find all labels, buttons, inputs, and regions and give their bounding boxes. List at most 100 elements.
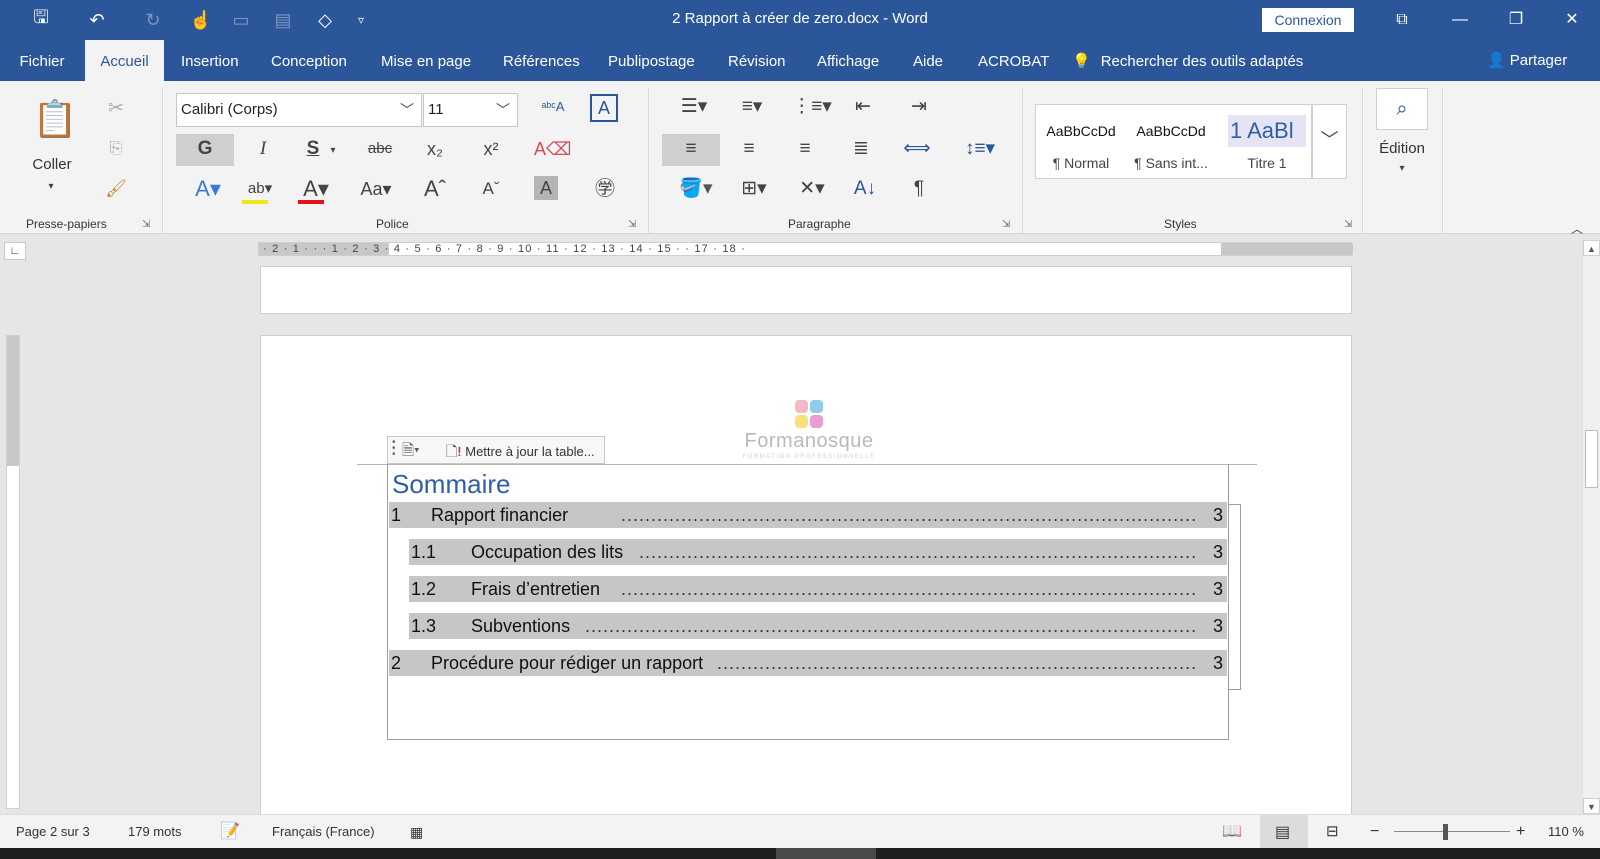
character-shading-icon[interactable]: A xyxy=(534,176,558,200)
text-box-effect-icon[interactable]: A xyxy=(590,94,618,122)
tab-publipostage[interactable]: Publipostage xyxy=(608,40,695,81)
font-name-combo[interactable]: Calibri (Corps) xyxy=(176,93,422,127)
zoom-in-icon[interactable]: + xyxy=(1516,815,1525,849)
editing-dropdown-icon[interactable]: ▾ xyxy=(1392,154,1412,186)
decrease-indent-icon[interactable]: ⇤ xyxy=(848,92,878,124)
copy-icon[interactable]: ⎘ xyxy=(102,134,130,166)
toc-menu-icon[interactable]: 🗎▾ xyxy=(402,440,442,462)
font-name-dropdown-icon[interactable]: ﹀ xyxy=(400,100,414,120)
clear-format-change-case-icon[interactable]: ᵃᵇᶜA xyxy=(538,92,568,124)
borders-icon[interactable]: ⊞▾ xyxy=(732,174,776,206)
zoom-level[interactable]: 110 % xyxy=(1548,815,1584,849)
sort-icon[interactable]: A↓ xyxy=(850,174,880,206)
change-case-button[interactable]: Aa▾ xyxy=(356,174,396,206)
increase-indent-icon[interactable]: ⇥ xyxy=(904,92,934,124)
close-icon[interactable]: ✕ xyxy=(1552,6,1592,34)
numbering-icon[interactable]: ≡▾ xyxy=(730,92,774,124)
redo-icon[interactable]: ↻ xyxy=(140,10,166,31)
print-layout-icon[interactable]: ▤ xyxy=(1260,815,1308,849)
zoom-out-icon[interactable]: − xyxy=(1370,815,1379,849)
paragraph-launcher-icon[interactable]: ⇲ xyxy=(1002,219,1010,230)
scroll-down-icon[interactable]: ▼ xyxy=(1583,798,1600,814)
style-normal[interactable]: AaBbCcDd ¶ Normal xyxy=(1036,105,1126,178)
bullets-icon[interactable]: ☰▾ xyxy=(672,92,716,124)
shrink-font-icon[interactable]: Aˇ xyxy=(476,174,506,206)
styles-launcher-icon[interactable]: ⇲ xyxy=(1344,219,1352,230)
toc-entry[interactable]: 2 Procédure pour rédiger un rapport ....… xyxy=(389,650,1227,676)
document-page[interactable]: Formanosque FORMATION PROFESSIONNELLE • •… xyxy=(260,335,1352,815)
touch-mode-icon[interactable]: ☝ xyxy=(188,10,214,31)
underline-dropdown-icon[interactable]: ▾ xyxy=(326,136,340,168)
vertical-ruler[interactable] xyxy=(6,335,20,809)
save-icon[interactable]: 🖫 xyxy=(28,5,54,35)
text-effects-icon[interactable]: A▾ xyxy=(188,174,228,206)
tab-references[interactable]: Références xyxy=(503,40,580,81)
undo-icon[interactable]: ↶ xyxy=(84,10,110,31)
tab-affichage[interactable]: Affichage xyxy=(817,40,879,81)
asian-layout-icon[interactable]: ✕▾ xyxy=(790,174,834,206)
enclose-characters-icon[interactable]: ㊫ xyxy=(590,174,620,206)
justify-icon[interactable]: ≣ xyxy=(846,134,876,166)
superscript-icon[interactable]: x² xyxy=(476,134,506,166)
clipboard-launcher-icon[interactable]: ⇲ xyxy=(142,219,150,230)
zoom-slider[interactable] xyxy=(1394,831,1510,832)
toc-entry[interactable]: 1.1 Occupation des lits ................… xyxy=(409,539,1227,565)
tab-insertion[interactable]: Insertion xyxy=(181,40,239,81)
italic-button[interactable]: I xyxy=(248,134,278,166)
align-left-icon[interactable]: ≡ xyxy=(662,134,720,166)
tab-aide[interactable]: Aide xyxy=(913,40,943,81)
grow-font-icon[interactable]: Aˆ xyxy=(420,174,450,206)
horizontal-ruler[interactable]: · 2 · 1 · · · 1 · 2 · 3 · 4 · 5 · 6 · 7 … xyxy=(258,242,1353,256)
toc-entry[interactable]: 1.2 Frais d’entretien ..................… xyxy=(409,576,1227,602)
toc-entry[interactable]: 1 Rapport financier ....................… xyxy=(389,502,1227,528)
shape-tag-icon[interactable]: ◇ xyxy=(312,10,338,31)
subscript-icon[interactable]: x₂ xyxy=(420,134,450,166)
scroll-up-icon[interactable]: ▲ xyxy=(1583,240,1600,256)
language[interactable]: Français (France) xyxy=(272,815,375,849)
scroll-thumb[interactable] xyxy=(1585,430,1598,488)
tell-me-search[interactable]: 💡 Rechercher des outils adaptés xyxy=(1072,40,1303,81)
shading-icon[interactable]: 🪣▾ xyxy=(674,174,718,206)
align-right-icon[interactable]: ≡ xyxy=(790,134,820,166)
format-painter-icon[interactable]: 🖌 xyxy=(102,174,130,206)
styles-more-icon[interactable]: ﹀ xyxy=(1312,104,1347,179)
cut-icon[interactable]: ✂ xyxy=(102,94,130,126)
line-spacing-icon[interactable]: ↕≡▾ xyxy=(960,134,1000,166)
web-layout-icon[interactable]: ⊟ xyxy=(1326,815,1339,849)
paste-icon[interactable]: 📋 xyxy=(30,94,80,144)
restore-icon[interactable]: ❐ xyxy=(1496,6,1536,34)
font-size-dropdown-icon[interactable]: ﹀ xyxy=(496,100,510,120)
vertical-scrollbar[interactable]: ▲ ▼ xyxy=(1582,240,1600,814)
multilevel-list-icon[interactable]: ⋮≡▾ xyxy=(790,92,834,124)
drag-handle-icon[interactable]: • • • xyxy=(392,438,396,460)
tab-conception[interactable]: Conception xyxy=(271,40,347,81)
underline-button[interactable]: S xyxy=(302,134,324,166)
clear-formatting-icon[interactable]: A⌫ xyxy=(534,134,571,166)
customize-qat-icon-a[interactable]: ▭ xyxy=(228,10,254,31)
sign-in-button[interactable]: Connexion xyxy=(1262,8,1354,32)
paste-dropdown-icon[interactable]: ▾ xyxy=(40,172,62,204)
proofing-icon[interactable]: 📝 xyxy=(220,815,240,849)
qat-more-icon[interactable]: ▿ xyxy=(348,13,374,27)
share-button[interactable]: 👤 Partager xyxy=(1487,40,1567,81)
style-no-spacing[interactable]: AaBbCcDd ¶ Sans int... xyxy=(1126,105,1216,178)
align-center-icon[interactable]: ≡ xyxy=(734,134,764,166)
distributed-icon[interactable]: ⟺ xyxy=(902,134,932,166)
style-heading-1[interactable]: 1 AaBl Titre 1 xyxy=(1228,105,1306,178)
tab-fichier[interactable]: Fichier xyxy=(0,40,84,81)
tab-acrobat[interactable]: ACROBAT xyxy=(978,40,1049,81)
tab-selector[interactable]: ∟ xyxy=(4,242,26,260)
zoom-slider-thumb[interactable] xyxy=(1443,824,1448,840)
ribbon-display-icon[interactable]: ⧉ xyxy=(1382,6,1422,34)
page-count[interactable]: Page 2 sur 3 xyxy=(16,815,90,849)
tab-mise-en-page[interactable]: Mise en page xyxy=(381,40,471,81)
read-mode-icon[interactable]: 📖 xyxy=(1222,815,1242,849)
word-count[interactable]: 179 mots xyxy=(128,815,181,849)
search-icon[interactable]: ⌕ xyxy=(1376,88,1428,130)
macro-icon[interactable]: ▦ xyxy=(410,815,423,849)
minimize-icon[interactable]: — xyxy=(1440,6,1480,34)
toc-entry[interactable]: 1.3 Subventions ........................… xyxy=(409,613,1227,639)
tab-revision[interactable]: Révision xyxy=(728,40,786,81)
tab-accueil[interactable]: Accueil xyxy=(85,40,164,81)
strikethrough-button[interactable]: abc xyxy=(360,134,400,166)
